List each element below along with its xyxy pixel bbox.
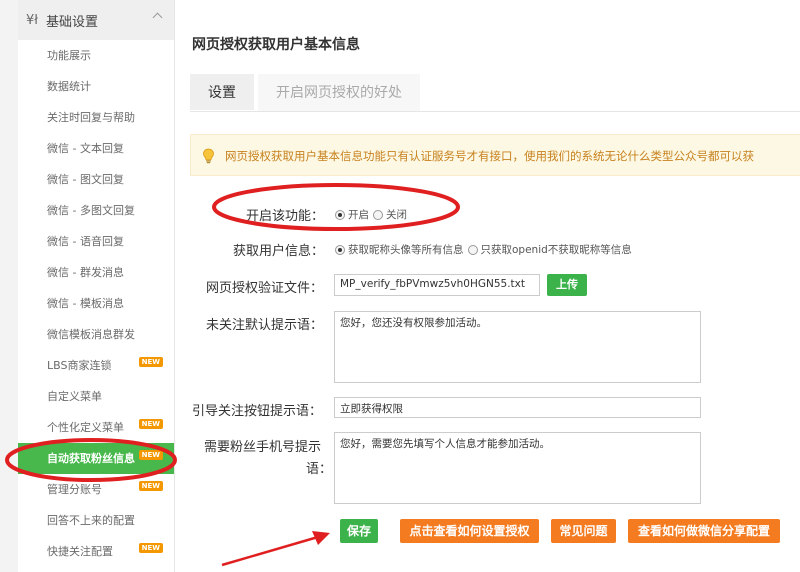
sidebar-item[interactable]: 微信 - 图文回复 — [18, 164, 174, 195]
phone-textarea[interactable]: 您好，需要您先填写个人信息才能参加活动。 — [334, 432, 701, 504]
enable-on-option[interactable]: 开启 — [335, 207, 369, 222]
chevron-up-icon[interactable] — [152, 12, 163, 23]
phone-label-line2: 语： — [306, 462, 333, 477]
sidebar-item-label: 自动获取粉丝信息 — [47, 452, 135, 465]
sidebar-item[interactable]: 微信模板消息群发 — [18, 319, 174, 350]
sidebar-item[interactable]: LBS商家连锁 NEW — [18, 350, 174, 381]
sidebar-gutter — [0, 0, 18, 572]
new-badge: NEW — [138, 481, 163, 491]
tab-divider — [190, 111, 800, 112]
sidebar-item-label: LBS商家连锁 — [47, 359, 112, 372]
guide-label: 引导关注按钮提示语： — [192, 404, 323, 419]
enable-radio-group: 开启 关闭 — [335, 207, 411, 222]
sidebar-item[interactable]: 微信 - 多图文回复 — [18, 195, 174, 226]
radio-off[interactable] — [373, 209, 383, 220]
radio-fetch-all[interactable] — [335, 244, 345, 255]
sidebar: ¥ł 基础设置 功能展示数据统计关注时回复与帮助 微信 - 文本回复 微信 - 图文… — [0, 0, 175, 572]
sidebar-section-header[interactable]: ¥ł 基础设置 — [18, 0, 174, 40]
sidebar-item[interactable]: 快捷关注配置 NEW — [18, 536, 174, 567]
page-title: 网页授权获取用户基本信息 — [192, 37, 360, 53]
sidebar-item-label: 微信 - 群发消息 — [47, 266, 124, 279]
sidebar-item[interactable]: 微信 - 模板消息 — [18, 288, 174, 319]
sidebar-item-label: 回答不上来的配置 — [47, 514, 135, 527]
sidebar-item-label: 功能展示 — [47, 49, 91, 62]
sidebar-item-label: 微信 - 多图文回复 — [47, 204, 135, 217]
sidebar-section-title: 基础设置 — [45, 14, 98, 30]
sidebar-item[interactable]: 功能展示 — [18, 40, 174, 71]
tools-icon: ¥ł — [26, 12, 38, 28]
sidebar-item-label: 个性化定义菜单 — [47, 421, 124, 434]
enable-off-option[interactable]: 关闭 — [373, 207, 407, 222]
new-badge: NEW — [138, 543, 163, 553]
phone-label-line1: 需要粉丝手机号提示 — [204, 440, 322, 455]
verify-label: 网页授权验证文件： — [206, 281, 324, 296]
enable-off-label: 关闭 — [386, 209, 407, 221]
sidebar-item-label: 微信 - 模板消息 — [47, 297, 124, 310]
sidebar-item[interactable]: 管理分账号 NEW — [18, 474, 174, 505]
sidebar-item-label: 微信 - 文本回复 — [47, 142, 124, 155]
sidebar-item[interactable]: 个性化定义菜单 NEW — [18, 412, 174, 443]
sidebar-item-label: 快捷关注配置 — [47, 545, 113, 558]
unfollow-label: 未关注默认提示语： — [206, 318, 324, 333]
notice-text: 网页授权获取用户基本信息功能只有认证服务号才有接口，使用我们的系统无论什么类型公… — [225, 149, 754, 163]
faq-button[interactable]: 常见问题 — [551, 519, 616, 543]
save-button[interactable]: 保存 — [340, 519, 378, 543]
enable-label: 开启该功能： — [246, 209, 325, 224]
radio-fetch-openid[interactable] — [467, 244, 478, 255]
sidebar-menu: 功能展示数据统计关注时回复与帮助 微信 - 文本回复 微信 - 图文回复 微信 - 多… — [18, 40, 174, 567]
howto-auth-button[interactable]: 点击查看如何设置授权 — [400, 519, 539, 543]
upload-button[interactable]: 上传 — [547, 274, 587, 296]
radio-on[interactable] — [335, 209, 345, 220]
new-badge: NEW — [138, 357, 163, 367]
sidebar-item-label: 微信 - 图文回复 — [47, 173, 124, 186]
howto-share-button[interactable]: 查看如何做微信分享配置 — [628, 519, 780, 543]
fetch-all-label: 获取昵称头像等所有信息 — [348, 244, 464, 256]
fetch-label: 获取用户信息： — [233, 244, 325, 259]
fetch-openid-label: 只获取openid不获取昵称等信息 — [480, 244, 632, 256]
new-badge: NEW — [138, 419, 163, 429]
sidebar-item-label: 管理分账号 — [47, 483, 102, 496]
guide-input[interactable]: 立即获得权限 — [334, 397, 701, 418]
unfollow-textarea[interactable]: 您好，您还没有权限参加活动。 — [334, 311, 701, 383]
verify-file-input[interactable]: MP_verify_fbPVmwz5vh0HGN55.txt — [334, 274, 540, 296]
sidebar-item[interactable]: 微信 - 群发消息 — [18, 257, 174, 288]
main-content: 网页授权获取用户基本信息 设置 开启网页授权的好处 网页授权获取用户基本信息功能… — [176, 0, 800, 572]
sidebar-item-label: 自定义菜单 — [47, 390, 102, 403]
fetch-all-option[interactable]: 获取昵称头像等所有信息 — [335, 242, 464, 257]
tab-bar: 设置 开启网页授权的好处 — [190, 74, 420, 112]
sidebar-item-label: 关注时回复与帮助 — [47, 111, 135, 124]
sidebar-item[interactable]: 自定义菜单 — [18, 381, 174, 412]
tab-benefits[interactable]: 开启网页授权的好处 — [258, 74, 420, 112]
sidebar-item[interactable]: 关注时回复与帮助 — [18, 102, 174, 133]
sidebar-item[interactable]: 回答不上来的配置 — [18, 505, 174, 536]
new-badge: NEW — [138, 450, 163, 460]
sidebar-item[interactable]: 微信 - 语音回复 — [18, 226, 174, 257]
fetch-openid-option[interactable]: 只获取openid不获取昵称等信息 — [467, 242, 632, 257]
sidebar-item-label: 微信模板消息群发 — [47, 328, 135, 341]
notice-banner: 网页授权获取用户基本信息功能只有认证服务号才有接口，使用我们的系统无论什么类型公… — [190, 134, 800, 176]
tab-settings[interactable]: 设置 — [190, 74, 254, 112]
sidebar-item[interactable]: 自动获取粉丝信息 NEW — [18, 443, 174, 474]
fetch-radio-group: 获取昵称头像等所有信息 只获取openid不获取昵称等信息 — [335, 242, 636, 257]
sidebar-item[interactable]: 微信 - 文本回复 — [18, 133, 174, 164]
enable-on-label: 开启 — [348, 209, 369, 221]
sidebar-item-label: 微信 - 语音回复 — [47, 235, 124, 248]
sidebar-item-label: 数据统计 — [47, 80, 91, 93]
lightbulb-icon — [203, 148, 214, 164]
sidebar-item[interactable]: 数据统计 — [18, 71, 174, 102]
